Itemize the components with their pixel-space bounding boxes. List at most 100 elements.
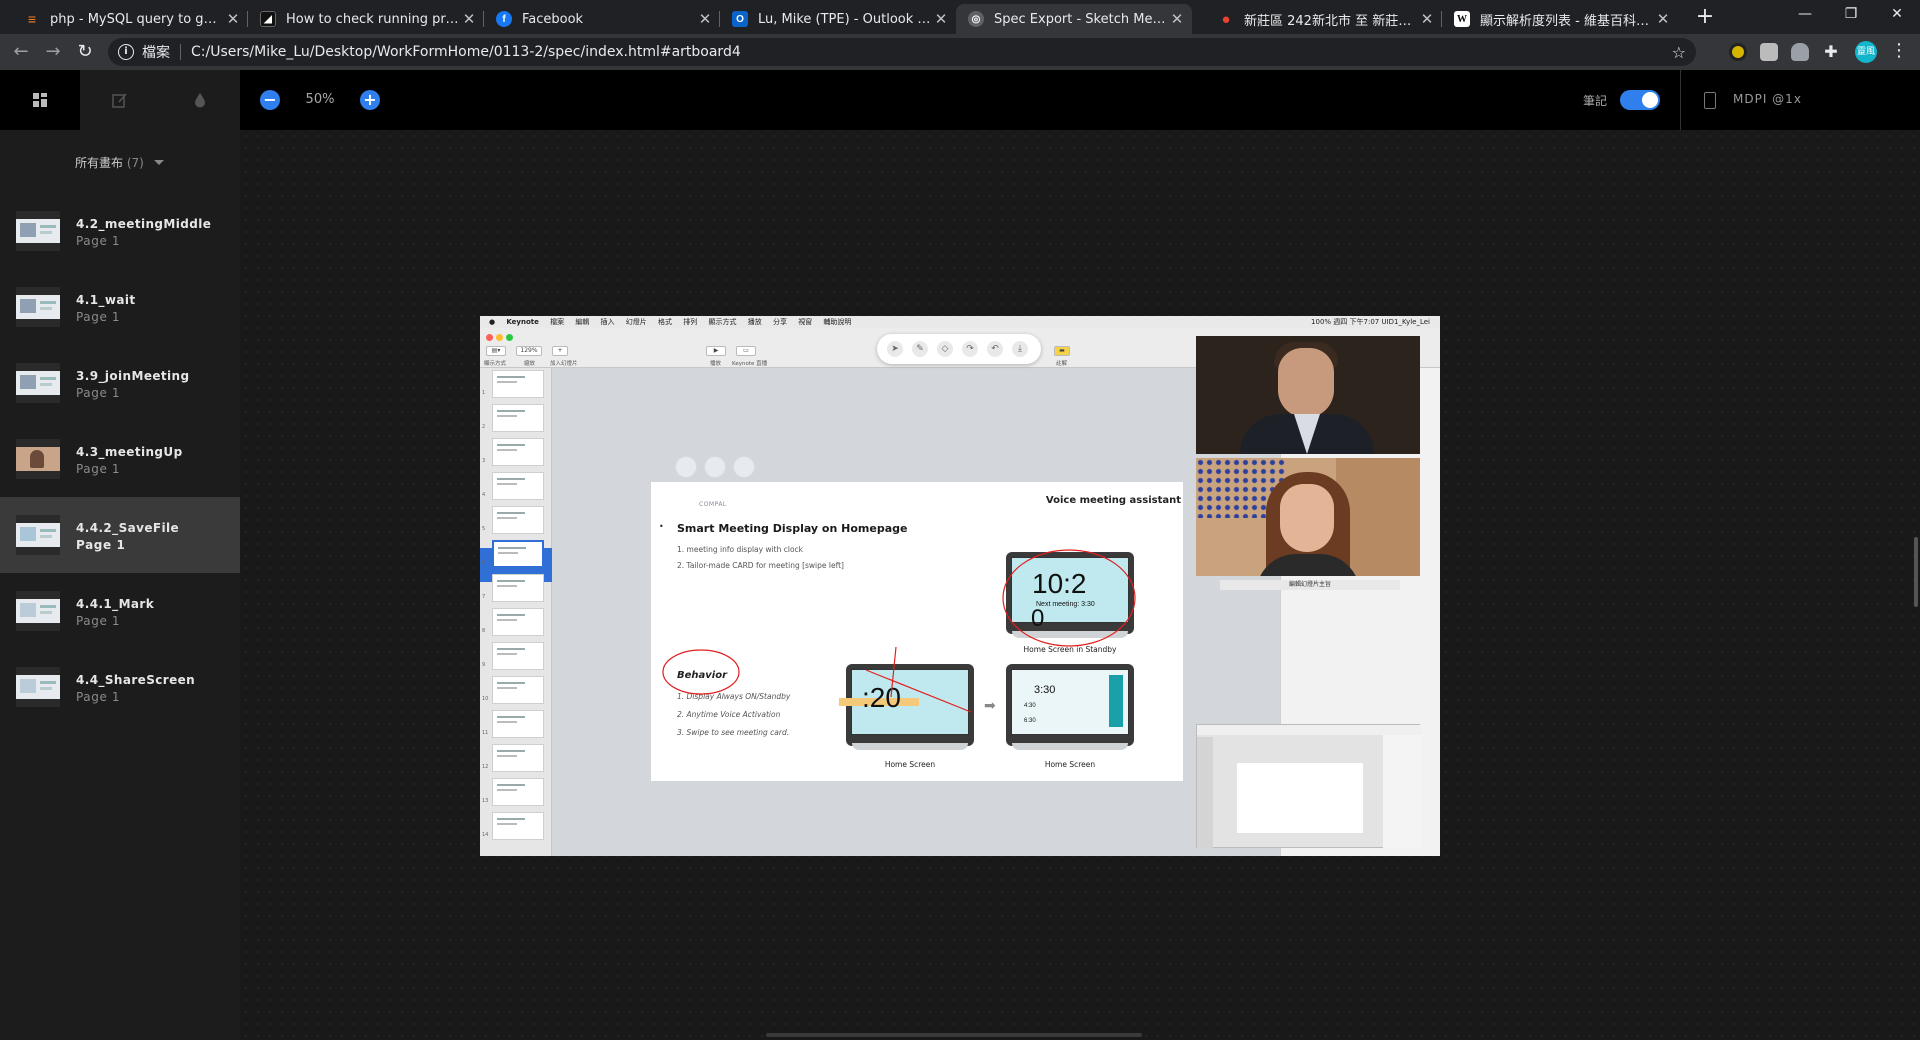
new-tab-button[interactable]: + [1693,6,1717,30]
slide-thumbnail [492,540,544,568]
minimize-button[interactable]: — [1782,0,1828,30]
artboard-name: 3.9_joinMeeting [76,369,190,383]
browser-tab[interactable]: ◢ How to check running process ✕ [248,4,484,34]
slide-number: 11 [482,730,489,736]
menu-item: 編輯 [575,318,590,326]
browser-tab[interactable]: f Facebook ✕ [484,4,720,34]
wikipedia-icon: W [1454,11,1470,27]
browser-tab-active[interactable]: ◎ Spec Export - Sketch Measure 2 ✕ [956,4,1192,34]
close-tab-icon[interactable]: ✕ [932,10,950,28]
extension-cloud-icon[interactable] [1791,43,1809,61]
url-text[interactable]: C:/Users/Mike_Lu/Desktop/WorkFormHome/01… [191,44,1672,60]
zoom-level: 50% [305,92,335,107]
grid-icon [33,93,47,107]
slide-thumbnail [492,710,544,738]
extensions-puzzle-icon[interactable]: ✚ [1822,43,1840,61]
reload-button[interactable]: ↻ [74,41,96,63]
extension-icon[interactable] [1729,43,1747,61]
slide-number: 3 [482,458,486,464]
zoom-out-button[interactable]: − [260,90,280,110]
close-window-button[interactable]: ✕ [1874,0,1920,30]
tab-title: How to check running process [286,11,460,27]
artboard-item[interactable]: 3.9_joinMeeting Page 1 [0,345,240,421]
artboard-thumbnail [16,515,60,555]
device-icon[interactable] [1704,92,1716,109]
resolution-select[interactable]: MDPI @1x [1733,92,1802,106]
zoom-in-button[interactable]: + [360,90,380,110]
artboard-sidebar: 所有畫布 (7) 4.2_meetingMiddle Page 1 4.1_wa… [0,130,240,1040]
artboard-thumbnail [16,287,60,327]
artboard-page: Page 1 [76,234,121,248]
artboard-item[interactable]: 4.2_meetingMiddle Page 1 [0,193,240,269]
browser-menu-icon[interactable]: ⋮ [1890,41,1908,61]
browser-tab-strip: ≡ php - MySQL query to get colu ✕ ◢ How … [0,0,1920,34]
close-tab-icon[interactable]: ✕ [1418,10,1436,28]
slide-number: 7 [482,594,486,600]
close-tab-icon[interactable]: ✕ [224,10,242,28]
all-artboards-dropdown[interactable]: 所有畫布 (7) [75,154,164,171]
tab-title: php - MySQL query to get colu [50,11,224,27]
view-button: ▤▾ [486,346,506,356]
artboard-count: (7) [126,156,144,170]
artboard-thumbnail [16,439,60,479]
slide-thumbnail [492,574,544,602]
address-bar[interactable]: i 檔案 C:/Users/Mike_Lu/Desktop/WorkFormHo… [108,38,1696,66]
artboard-item-selected[interactable]: 4.4.2_SaveFile Page 1 [0,497,240,573]
artboard-name: 4.4_ShareScreen [76,673,196,687]
close-tab-icon[interactable]: ✕ [1168,10,1186,28]
artboard-page: Page 1 [76,690,121,704]
comment-button: ▬ [1054,346,1070,356]
browser-tab[interactable]: ● 新莊區 242新北市 至 新莊區 242 ✕ [1206,4,1442,34]
slide-number: 4 [482,492,486,498]
add-slide-button: + [552,346,568,356]
menu-app: Keynote [506,318,539,326]
back-button[interactable]: ← [10,41,32,63]
info-icon[interactable]: i [118,44,134,60]
zoom-dot [506,334,513,341]
extension-chat-icon[interactable] [1760,43,1778,61]
slide-thumbnail [492,778,544,806]
close-tab-icon[interactable]: ✕ [460,10,478,28]
artboard-item[interactable]: 4.1_wait Page 1 [0,269,240,345]
tab-title: Lu, Mike (TPE) - Outlook Web A [758,11,932,27]
browser-tab[interactable]: O Lu, Mike (TPE) - Outlook Web A ✕ [720,4,956,34]
eraser-icon: ◇ [937,341,953,357]
slide-number: 13 [482,798,489,804]
restore-button[interactable]: ❐ [1828,0,1874,30]
browser-tab[interactable]: W 顯示解析度列表 - 維基百科，自由 ✕ [1442,4,1678,34]
artboard-name: 4.2_meetingMiddle [76,217,212,231]
bookmark-star-icon[interactable]: ☆ [1672,43,1686,62]
forward-button[interactable]: → [42,41,64,63]
tab-title: 顯示解析度列表 - 維基百科，自由 [1480,13,1654,29]
vertical-scrollbar[interactable] [1914,537,1918,607]
slide-thumbnail [492,676,544,704]
notes-toggle[interactable] [1620,90,1660,110]
edit-notes-button[interactable] [80,70,160,130]
tab-title: Facebook [522,11,584,27]
tab-title: 新莊區 242新北市 至 新莊區 242 [1244,13,1418,29]
toolbar-label: Keynote 直播 [732,361,768,367]
artboard-image[interactable]: ● Keynote 檔案 編輯 插入 幻燈片 格式 排列 顯示方式 播放 分享 … [480,316,1440,856]
zoom-select: 129% [516,346,542,356]
artboard-item[interactable]: 4.3_meetingUp Page 1 [0,421,240,497]
artboard-item[interactable]: 4.4_ShareScreen Page 1 [0,649,240,725]
slide-number: 10 [482,696,489,702]
artboard-item[interactable]: 4.4.1_Mark Page 1 [0,573,240,649]
horizontal-scrollbar[interactable] [766,1033,1142,1037]
color-button[interactable] [160,70,240,130]
video-participant-2 [1196,458,1420,576]
artboard-name: 4.4.2_SaveFile [76,521,180,535]
bubble [675,456,697,478]
toolbar-label: 註解 [1056,361,1068,367]
artboards-toggle-button[interactable] [0,70,80,130]
keynote-live-button: ▭ [736,346,756,356]
browser-toolbar: ← → ↻ i 檔案 C:/Users/Mike_Lu/Desktop/Work… [0,34,1920,70]
undo-icon: ↶ [987,341,1003,357]
minimize-dot [496,334,503,341]
browser-tab[interactable]: ≡ php - MySQL query to get colu ✕ [12,4,248,34]
profile-avatar[interactable]: 靈風 [1855,41,1877,63]
slide-thumbnail [492,472,544,500]
menu-item: 播放 [747,318,762,326]
close-tab-icon[interactable]: ✕ [696,10,714,28]
close-tab-icon[interactable]: ✕ [1654,10,1672,28]
